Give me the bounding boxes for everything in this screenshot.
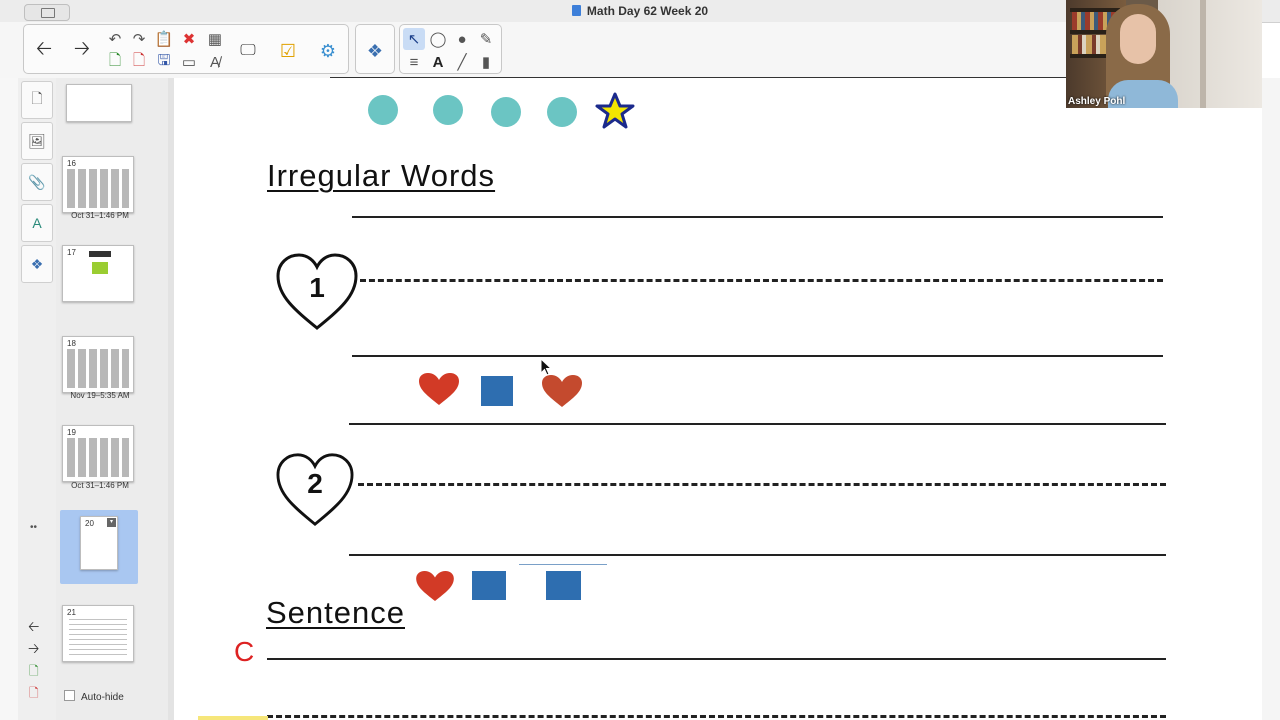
red-heart-icon[interactable] xyxy=(414,570,456,602)
thumbnail-date: Oct 31–1:46 PM xyxy=(71,211,129,220)
save-icon[interactable]: 🖫 xyxy=(153,51,175,73)
toolbar-addons-group: ❖ xyxy=(355,24,395,74)
thumbnail-number: 17 xyxy=(67,248,76,257)
participant-name: Ashley Pohl xyxy=(1068,96,1126,107)
red-heart-icon[interactable] xyxy=(418,372,460,406)
sentence-dashed-line[interactable] xyxy=(267,715,1166,718)
fill-icon[interactable]: ● xyxy=(451,28,473,50)
sentence-start-letter[interactable]: C xyxy=(234,636,254,668)
star-icon[interactable] xyxy=(595,92,635,130)
more-options-icon[interactable]: •• xyxy=(30,522,37,533)
page-thumbnail[interactable]: 19 xyxy=(62,425,134,482)
right-margin xyxy=(1262,78,1280,720)
webcam-video[interactable] xyxy=(1066,0,1262,108)
paste-icon[interactable]: 📋 xyxy=(153,28,175,50)
delete-page-icon[interactable]: 🗋 xyxy=(128,51,150,73)
pen-icon[interactable]: ✎ xyxy=(475,28,497,50)
side-tab-bar: 🗋 🖼 📎 A ❖ •• 🡠 🡢 🗋 🗋 xyxy=(18,78,56,720)
heart-number: 1 xyxy=(309,272,325,303)
attachments-tab-icon[interactable]: 📎 xyxy=(21,163,53,201)
heart-1[interactable]: 1 xyxy=(275,252,359,332)
thumbnail-number: 20 xyxy=(85,519,94,528)
checkbox-box[interactable] xyxy=(64,690,75,701)
undo-icon[interactable]: ↶ xyxy=(104,28,126,50)
addons-tab-icon[interactable]: ❖ xyxy=(21,245,53,283)
thumbnail-number: 16 xyxy=(67,159,76,168)
toolbar-main-group: 🡠 🡢 ↶ ↷ 📋 ✖ ▦ 🗋 🗋 🖫 ▭ A̸ 🖵 ☑ ⚙ xyxy=(23,24,349,74)
writing-line-top[interactable] xyxy=(352,216,1163,218)
page-thumbnail[interactable]: 18 xyxy=(62,336,134,393)
red-heart-icon[interactable] xyxy=(541,374,583,408)
back-arrow-icon[interactable]: 🡠 xyxy=(30,37,58,65)
properties-tab-icon[interactable]: A xyxy=(21,204,53,242)
page-sorter: 16 Oct 31–1:46 PM 17 18 Nov 19–5:35 AM 1… xyxy=(56,78,168,720)
add-ons-icon[interactable]: ⚙ xyxy=(314,37,342,65)
irregular-words-heading[interactable]: Irregular Words xyxy=(267,158,495,194)
writing-line-dashed[interactable] xyxy=(358,483,1166,486)
eraser-icon[interactable]: ▮ xyxy=(475,51,497,73)
forward-arrow-icon[interactable]: 🡢 xyxy=(68,37,96,65)
page-thumbnail[interactable]: 16 xyxy=(62,156,134,213)
teal-dot[interactable] xyxy=(368,95,398,125)
auto-hide-label: Auto-hide xyxy=(81,692,124,703)
writing-line-dashed[interactable] xyxy=(360,279,1163,282)
notebook-page[interactable]: Irregular Words 1 2 Sentence xyxy=(174,78,1262,720)
thumbnail-menu-icon[interactable]: ▾ xyxy=(107,518,116,527)
writing-line-bottom[interactable] xyxy=(352,355,1163,357)
select-arrow-icon[interactable]: ↖ xyxy=(403,28,425,50)
move-right-icon[interactable]: 🡢 xyxy=(28,638,39,662)
properties-icon[interactable]: ≡ xyxy=(403,51,425,73)
thumbnail-number: 19 xyxy=(67,428,76,437)
table-icon[interactable]: ▦ xyxy=(204,28,226,50)
highlight-mark xyxy=(198,716,268,720)
thumbnail-number: 21 xyxy=(67,608,76,617)
response-check-icon[interactable]: ☑ xyxy=(274,37,302,65)
gallery-tab-icon[interactable]: 🖼 xyxy=(21,122,53,160)
text-format-icon[interactable]: A̸ xyxy=(204,51,226,73)
delete-icon[interactable]: ✖ xyxy=(178,28,200,50)
add-page-icon[interactable]: 🗋 xyxy=(29,662,39,683)
puzzle-icon[interactable]: ❖ xyxy=(361,37,389,65)
remove-page-icon[interactable]: 🗋 xyxy=(29,684,39,705)
writing-line-top[interactable] xyxy=(349,423,1166,425)
page-thumbnail[interactable] xyxy=(66,84,132,122)
move-left-icon[interactable]: 🡠 xyxy=(28,616,39,640)
teal-dot[interactable] xyxy=(491,97,521,127)
shapes-icon[interactable]: ◯ xyxy=(427,28,449,50)
page-thumbnail-current[interactable]: 20 ▾ xyxy=(80,516,118,570)
auto-hide-checkbox[interactable]: Auto-hide xyxy=(64,690,124,703)
sentence-heading[interactable]: Sentence xyxy=(266,595,405,631)
screen-shade-icon[interactable]: ▭ xyxy=(178,51,200,73)
heart-2[interactable]: 2 xyxy=(273,452,357,532)
text-tool-icon[interactable]: A xyxy=(427,51,449,73)
page-thumbnail[interactable]: 17 xyxy=(62,245,134,302)
writing-line-bottom[interactable] xyxy=(349,554,1166,556)
mouse-cursor-icon xyxy=(540,358,553,376)
blue-square[interactable] xyxy=(546,571,581,600)
selection-guide-line xyxy=(519,564,607,565)
new-page-icon[interactable]: 🗋 xyxy=(104,51,126,73)
window-title-text: Math Day 62 Week 20 xyxy=(586,4,709,18)
page-sorter-tab-icon[interactable]: 🗋 xyxy=(21,81,53,119)
heart-number: 2 xyxy=(307,468,323,499)
blue-square[interactable] xyxy=(481,376,513,406)
toolbar-tools-group: ↖ ◯ ● ✎ ≡ A ╱ ▮ xyxy=(399,24,502,74)
document-icon xyxy=(571,5,581,16)
page-thumbnail[interactable]: 21 xyxy=(62,605,134,662)
thumbnail-number: 18 xyxy=(67,339,76,348)
display-icon[interactable]: 🖵 xyxy=(234,37,262,65)
sentence-line[interactable] xyxy=(267,658,1166,660)
teal-dot[interactable] xyxy=(547,97,577,127)
line-tool-icon[interactable]: ╱ xyxy=(451,51,473,73)
blue-square[interactable] xyxy=(472,571,506,600)
redo-icon[interactable]: ↷ xyxy=(128,28,150,50)
thumbnail-date: Nov 19–5:35 AM xyxy=(70,391,130,400)
thumbnail-date: Oct 31–1:46 PM xyxy=(71,481,129,490)
teal-dot[interactable] xyxy=(433,95,463,125)
left-margin xyxy=(0,78,18,720)
toolbar: 🡠 🡢 ↶ ↷ 📋 ✖ ▦ 🗋 🗋 🖫 ▭ A̸ 🖵 ☑ ⚙ ❖ ↖ ◯ ● ✎… xyxy=(0,22,1066,78)
